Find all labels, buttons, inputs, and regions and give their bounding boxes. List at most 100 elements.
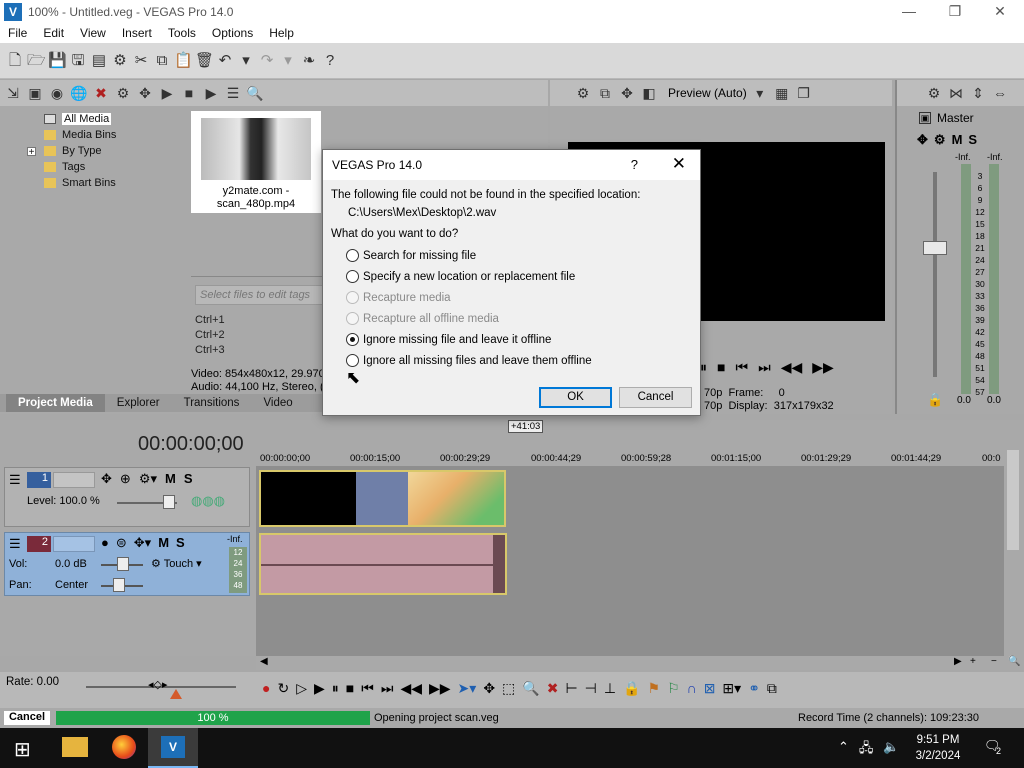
track-2-header[interactable]: ☰ 2 ● ⊜ ✥▾ M S -Inf. 12 24 36 48 Vol: 0.… [4, 532, 250, 596]
stop-icon[interactable]: ■ [180, 84, 198, 102]
menu-tools[interactable]: Tools [160, 26, 204, 40]
status-cancel-button[interactable]: Cancel [4, 711, 50, 725]
maximize-button[interactable]: ❐ [932, 0, 978, 23]
menu-options[interactable]: Options [204, 26, 261, 40]
pause-icon[interactable]: ⏸ [332, 680, 339, 697]
normal-edit-tool-icon[interactable]: ➤▾ [458, 680, 477, 697]
import-media-icon[interactable]: ⇲ [4, 84, 22, 102]
lock-icon[interactable]: 🔒 [927, 392, 943, 408]
next-frame-icon[interactable]: ⏭ [758, 359, 771, 376]
remove-icon[interactable]: ✖ [92, 84, 110, 102]
menu-help[interactable]: Help [261, 26, 302, 40]
tree-item-all-media[interactable]: All Media [20, 111, 188, 127]
record-icon[interactable]: ● [262, 680, 270, 697]
open-icon[interactable]: 🗁 [27, 52, 46, 70]
zoom-out-icon[interactable]: − [991, 656, 997, 667]
prev-frame-icon[interactable]: ◀◀ [400, 680, 422, 697]
next-frame-icon[interactable]: ▶▶ [429, 680, 451, 697]
delete-icon[interactable]: ✖ [547, 680, 559, 697]
trim-start-icon[interactable]: ⊢ [565, 680, 577, 697]
clock[interactable]: 9:51 PM 3/2/2024 [910, 732, 966, 764]
minimize-button[interactable]: — [886, 0, 932, 23]
zoom-tool-icon[interactable]: 🔍 [522, 680, 539, 697]
master-bypass-icon[interactable]: ▣ [919, 112, 931, 124]
chevron-up-icon[interactable]: ⌃ [838, 739, 849, 761]
cut-icon[interactable]: ✂ [132, 52, 150, 70]
tree-item-tags[interactable]: Tags [20, 159, 188, 175]
stop-icon[interactable]: ■ [717, 359, 725, 376]
help-icon[interactable]: ? [321, 52, 339, 70]
firefox-icon[interactable] [112, 735, 136, 759]
play-icon[interactable]: ▶ [314, 680, 325, 697]
copy-icon[interactable]: ⧉ [153, 52, 171, 70]
envelope-tool-icon[interactable]: ✥ [483, 680, 495, 697]
menu-view[interactable]: View [72, 26, 114, 40]
snapping-icon[interactable]: ∩ [687, 680, 697, 697]
render-icon[interactable]: ▤ [90, 52, 108, 70]
redo-icon[interactable]: ↷ [258, 52, 276, 70]
radio-circle[interactable] [346, 270, 359, 283]
rewind-icon[interactable]: ◀◀ [781, 359, 803, 376]
loop-icon[interactable]: ↻ [277, 680, 289, 697]
split-icon[interactable]: ✥ [136, 84, 154, 102]
track-2-mute-button[interactable]: M [158, 535, 169, 551]
windows-start-icon[interactable]: ⊞ [14, 737, 31, 762]
auto-ripple-icon[interactable]: ⊞▾ [722, 680, 741, 697]
arm-record-icon[interactable]: ● [101, 535, 109, 551]
volume-icon[interactable]: 🔈 [883, 739, 899, 761]
undo-icon[interactable]: ↶ [216, 52, 234, 70]
scroll-thumb[interactable] [1007, 450, 1019, 550]
play-from-start-icon[interactable]: ▷ [296, 680, 307, 697]
video-event[interactable] [259, 470, 506, 527]
ok-button[interactable]: OK [539, 387, 612, 408]
radio-circle[interactable] [346, 354, 359, 367]
dialog-close-button[interactable]: ✕ [672, 154, 686, 174]
stop-icon[interactable]: ■ [346, 680, 354, 697]
pause-icon[interactable]: ⏸ [700, 359, 707, 376]
master-mute-button[interactable]: M [952, 132, 963, 148]
tab-video-fx[interactable]: Video [251, 397, 304, 409]
paste-icon[interactable]: 📋 [174, 52, 193, 70]
tree-item-smart-bins[interactable]: Smart Bins [20, 175, 188, 191]
overlays-icon[interactable]: ◧ [640, 84, 658, 102]
play-icon[interactable]: ▶ [158, 84, 176, 102]
master-icon-4[interactable]: ⇔ [991, 84, 1009, 102]
track-1-header[interactable]: ☰ 1 ✥ ⊕ ⚙▾ M S Level: 100.0 % ◍◍◍ [4, 467, 250, 527]
grid-icon[interactable]: ▦ [773, 84, 791, 102]
level-slider-handle[interactable] [163, 495, 175, 509]
master-icon-3[interactable]: ⇕ [969, 84, 987, 102]
properties-icon[interactable]: ⚙ [111, 52, 129, 70]
selection-tool-icon[interactable]: ⬚ [502, 680, 515, 697]
new-icon[interactable]: 🗋 [6, 52, 24, 70]
split-icon[interactable]: ⊥ [604, 680, 616, 697]
dropdown-icon[interactable]: ▾ [751, 84, 769, 102]
redo-dropdown-icon[interactable]: ▾ [279, 52, 297, 70]
master-split-icon[interactable]: ✥ [917, 132, 928, 148]
master-fx-icon[interactable]: ⚙ [934, 132, 946, 148]
pan-slider-handle[interactable] [113, 578, 125, 592]
scroll-left-icon[interactable]: ◀ [260, 656, 268, 667]
dialog-help-button[interactable]: ? [631, 157, 638, 172]
delete-icon[interactable]: 🗑 [195, 52, 214, 70]
track-1-solo-button[interactable]: S [184, 471, 193, 487]
composite-icon[interactable]: ⊕ [120, 471, 131, 487]
prev-frame-icon[interactable]: ⏮ [735, 359, 748, 376]
get-media-icon[interactable]: ◉ [48, 84, 66, 102]
option-radio-0[interactable]: Search for missing file [346, 245, 592, 266]
option-radio-4[interactable]: Ignore missing file and leave it offline [346, 329, 592, 350]
track-1-name-field[interactable] [53, 472, 95, 488]
volume-slider-handle[interactable] [117, 557, 129, 571]
external-monitor-icon[interactable]: ⧉ [596, 84, 614, 102]
automation-mode-dropdown[interactable]: ⚙ Touch ▾ [151, 557, 202, 570]
media-thumbnail[interactable]: y2mate.com - scan_480p.mp4 [191, 111, 321, 213]
option-radio-1[interactable]: Specify a new location or replacement fi… [346, 266, 592, 287]
track-2-name-field[interactable] [53, 536, 95, 552]
radio-circle[interactable] [346, 333, 359, 346]
media-fx-icon[interactable]: ⚙ [114, 84, 132, 102]
marker-icon[interactable]: ⚑ [648, 680, 661, 697]
audio-event[interactable] [259, 533, 507, 595]
web-icon[interactable]: 🌐 [70, 84, 88, 102]
lock-envelopes-icon[interactable]: ⚭ [748, 680, 760, 697]
master-settings-icon[interactable]: ⚙ [925, 84, 943, 102]
go-start-icon[interactable]: ⏮ [361, 680, 374, 697]
